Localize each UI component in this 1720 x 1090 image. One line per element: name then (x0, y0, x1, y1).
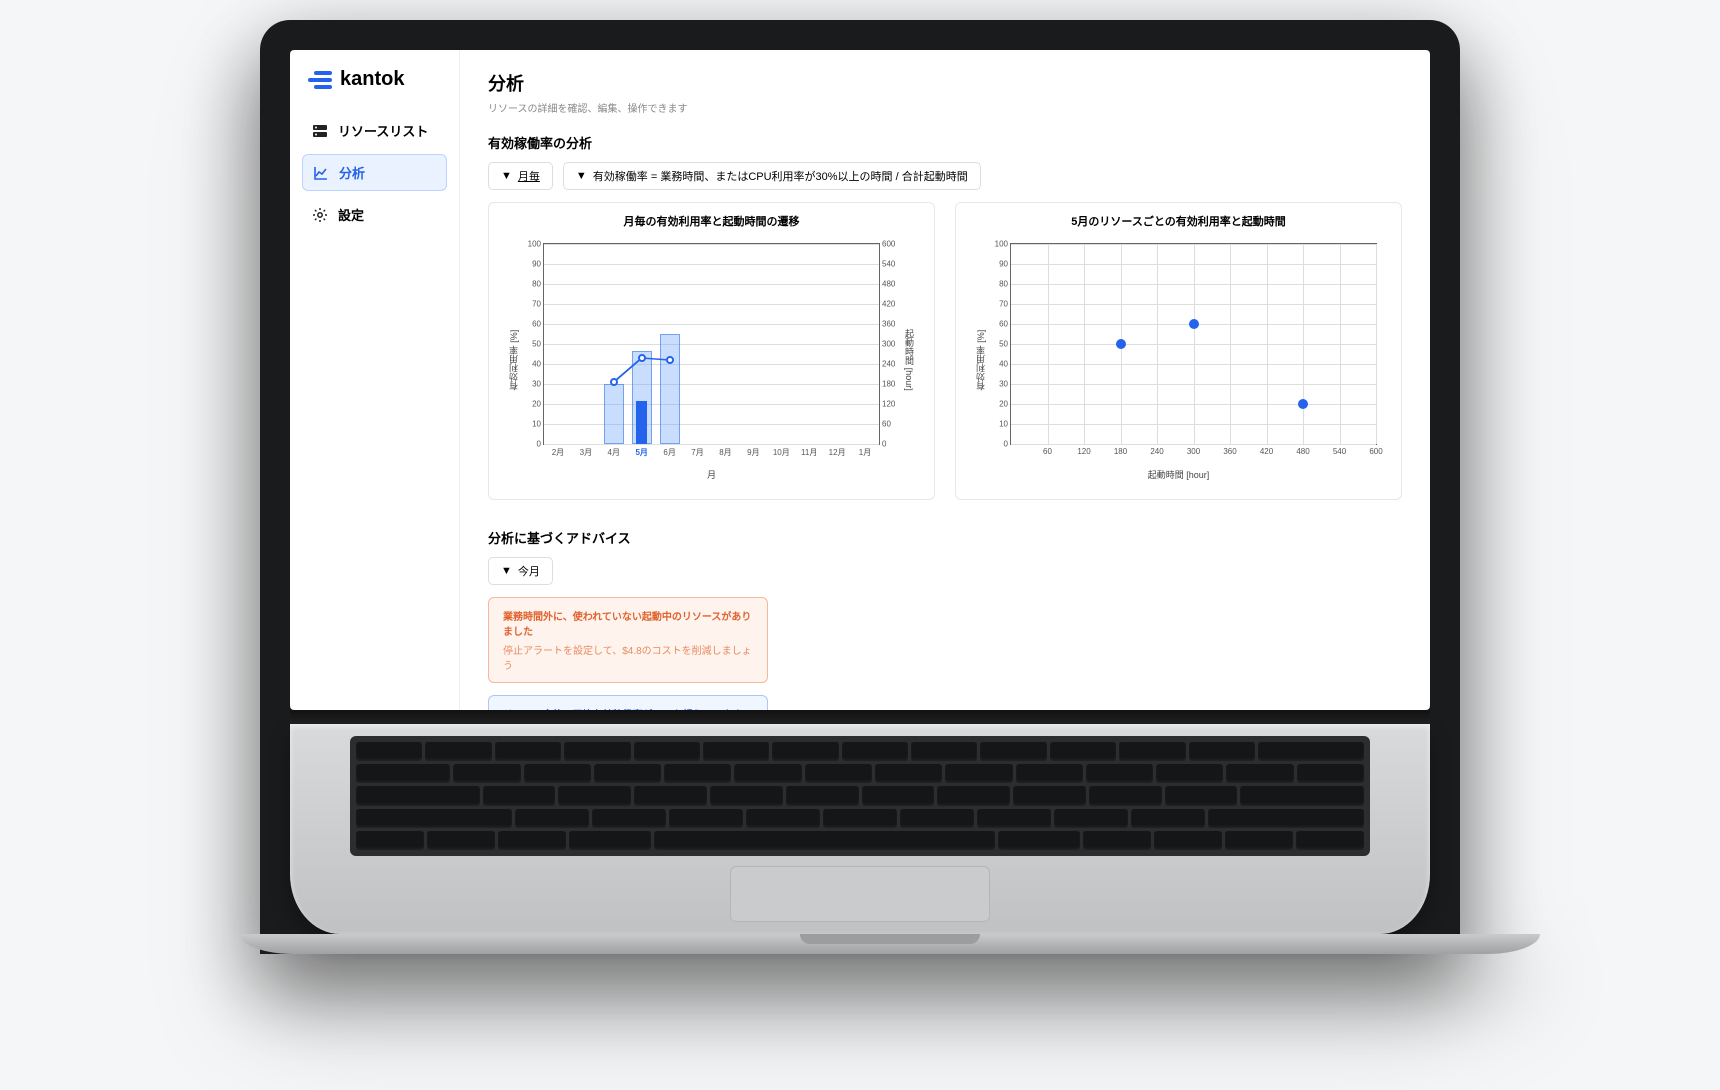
chart-resource-scatter: 5月のリソースごとの有効利用率と起動時間 有効利用率 [%] 起動時間 [hou… (955, 202, 1402, 500)
advice-title: 業務時間外に、使われていない起動中のリソースがありました (503, 608, 753, 638)
page-title: 分析 (488, 70, 1402, 96)
brand-logo: kantok (302, 68, 447, 91)
plot-area: 0102030405060708090100601201802403003604… (1010, 243, 1377, 445)
filter-metric-label: 有効稼働率 = 業務時間、またはCPU利用率が30%以上の時間 / 合計起動時間 (593, 168, 968, 184)
filter-advice-period[interactable]: ▼ 今月 (488, 557, 553, 585)
caret-down-icon: ▼ (576, 170, 587, 182)
advice-body: 停止アラートを設定して、$4.8のコストを削減しましょう (503, 642, 753, 672)
laptop-keyboard (290, 724, 1430, 934)
filter-period[interactable]: ▼ 月毎 (488, 162, 553, 190)
server-icon (312, 123, 328, 139)
brand-name: kantok (340, 68, 404, 91)
x-axis-label: 月 (707, 468, 716, 481)
advice-card-warning[interactable]: 業務時間外に、使われていない起動中のリソースがありました 停止アラートを設定して… (488, 597, 768, 683)
x-axis-label: 起動時間 [hour] (1148, 468, 1210, 481)
page-subtitle: リソースの詳細を確認、編集、操作できます (488, 100, 1402, 115)
sidebar-item-label: リソースリスト (338, 121, 428, 140)
caret-down-icon: ▼ (501, 565, 512, 577)
y-axis-label: 有効利用率 [%] (974, 330, 987, 391)
chart-line-icon (313, 165, 329, 181)
filter-period-label: 月毎 (518, 168, 540, 184)
plot-area: 0010602012030180402405030060360704208048… (543, 243, 880, 445)
y-left-axis-label: 有効利用率 [%] (507, 330, 520, 391)
y-right-axis-label: 起動時間 [hour] (903, 329, 916, 391)
advice-title: リソース全体の平均有効稼働率が70%を超えています (503, 706, 753, 710)
sidebar-item-settings[interactable]: 設定 (302, 197, 447, 232)
chart-title: 5月のリソースごとの有効利用率と起動時間 (968, 213, 1389, 229)
filter-advice-label: 今月 (518, 563, 540, 579)
gear-icon (312, 207, 328, 223)
chart-monthly-utilization: 月毎の有効利用率と起動時間の遷移 有効利用率 [%] 起動時間 [hour] 月… (488, 202, 935, 500)
filter-metric-definition[interactable]: ▼ 有効稼働率 = 業務時間、またはCPU利用率が30%以上の時間 / 合計起動… (563, 162, 981, 190)
chart-title: 月毎の有効利用率と起動時間の遷移 (501, 213, 922, 229)
sidebar-item-label: 設定 (338, 205, 364, 224)
caret-down-icon: ▼ (501, 170, 512, 182)
advice-card-positive[interactable]: リソース全体の平均有効稼働率が70%を超えています 非常にコスト効率の良いリソー… (488, 695, 768, 710)
main-content: 分析 リソースの詳細を確認、編集、操作できます 有効稼働率の分析 ▼ 月毎 ▼ … (460, 50, 1430, 710)
sidebar: kantok リソースリスト 分析 設定 (290, 50, 460, 710)
sidebar-item-label: 分析 (339, 163, 365, 182)
section-title-utilization: 有効稼働率の分析 (488, 133, 1402, 152)
section-title-advice: 分析に基づくアドバイス (488, 528, 1402, 547)
logo-icon (308, 71, 332, 89)
sidebar-item-resource-list[interactable]: リソースリスト (302, 113, 447, 148)
sidebar-item-analysis[interactable]: 分析 (302, 154, 447, 191)
